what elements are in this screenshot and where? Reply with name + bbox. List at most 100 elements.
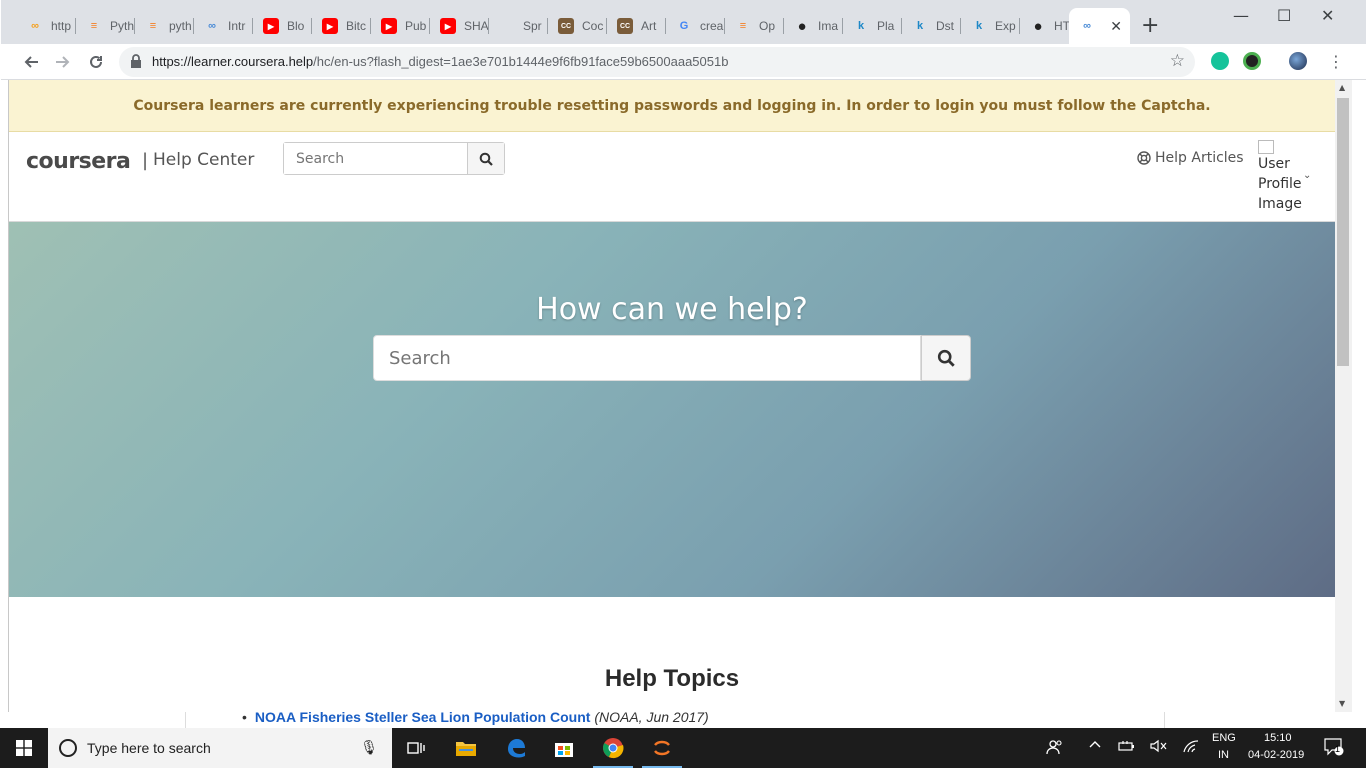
tab[interactable]: ≡ pyth bbox=[135, 8, 194, 44]
tab-label: Op bbox=[759, 19, 776, 33]
tab-label: Coc bbox=[582, 19, 604, 33]
tab-label: Blo bbox=[287, 19, 305, 33]
scrollbar-thumb[interactable] bbox=[1337, 98, 1349, 366]
taskbar: Type here to search 🎙 ENG IN 15:10 04-02… bbox=[0, 728, 1366, 768]
tab[interactable]: ▶ Blo bbox=[253, 8, 312, 44]
coursera-logo[interactable]: coursera bbox=[26, 149, 131, 174]
tab[interactable]: k Pla bbox=[843, 8, 902, 44]
bookmark-star-icon[interactable]: ☆ bbox=[1170, 51, 1185, 71]
jupyter-button[interactable] bbox=[638, 728, 686, 768]
file-explorer-button[interactable] bbox=[442, 728, 490, 768]
tab[interactable]: Spr bbox=[489, 8, 548, 44]
cc-icon: CC bbox=[617, 18, 633, 34]
vertical-scrollbar[interactable]: ▲ ▼ bbox=[1335, 80, 1352, 712]
header-search-input[interactable] bbox=[284, 143, 467, 174]
url-host: https://learner.coursera.help bbox=[152, 54, 314, 69]
volume-muted-icon[interactable] bbox=[1150, 739, 1168, 756]
tab[interactable]: CC Coc bbox=[548, 8, 607, 44]
language-top[interactable]: ENG bbox=[1212, 732, 1236, 744]
people-icon[interactable] bbox=[1046, 739, 1064, 758]
clock-time[interactable]: 15:10 bbox=[1264, 732, 1292, 744]
tab-label: Pub bbox=[405, 19, 427, 33]
tab[interactable]: ● HT bbox=[1020, 8, 1069, 44]
hero-title: How can we help? bbox=[536, 292, 808, 327]
edge-button[interactable] bbox=[492, 728, 540, 768]
new-tab-button[interactable]: + bbox=[1141, 14, 1159, 38]
k-icon: k bbox=[975, 20, 983, 32]
extension-icon[interactable] bbox=[1243, 52, 1261, 70]
chrome-button[interactable] bbox=[589, 728, 637, 768]
menu-icon[interactable]: ⋮ bbox=[1328, 52, 1344, 71]
tab-strip: + — ☐ ✕ ∞ http ≡ Pyth ≡ pyth ∞ Intr ▶ Blo ▶ Bitc ▶ Pu… bbox=[1, 0, 1366, 44]
grammarly-icon[interactable] bbox=[1211, 52, 1229, 70]
notification-icon[interactable]: 1 bbox=[1324, 738, 1344, 759]
tab[interactable]: k Dst bbox=[902, 8, 961, 44]
chevron-up-icon[interactable] bbox=[1088, 737, 1102, 754]
profile-alt-text: User Profile Image bbox=[1258, 156, 1302, 212]
header-search bbox=[283, 142, 505, 175]
youtube-icon: ▶ bbox=[381, 18, 397, 34]
stackoverflow-icon: ≡ bbox=[90, 20, 98, 32]
taskbar-search[interactable]: Type here to search 🎙 bbox=[48, 728, 392, 768]
hero-search bbox=[373, 335, 971, 381]
task-view-icon bbox=[407, 742, 425, 754]
tab[interactable]: ▶ Pub bbox=[371, 8, 430, 44]
broken-image-icon bbox=[1258, 140, 1274, 154]
help-center-label[interactable]: Help Center bbox=[153, 150, 254, 170]
jupyter-icon bbox=[654, 740, 670, 756]
tab-label: Exp bbox=[995, 19, 1016, 33]
tab[interactable]: ● Ima bbox=[784, 8, 843, 44]
store-button[interactable] bbox=[540, 728, 588, 768]
task-view-button[interactable] bbox=[392, 728, 440, 768]
lifebuoy-icon bbox=[1137, 151, 1151, 165]
taskbar-search-placeholder: Type here to search bbox=[87, 740, 211, 756]
scroll-down-icon[interactable]: ▼ bbox=[1339, 699, 1345, 708]
tab-label: Dst bbox=[936, 19, 954, 33]
header-search-button[interactable] bbox=[467, 143, 504, 174]
stackoverflow-icon: ≡ bbox=[149, 20, 157, 32]
tab[interactable]: ∞ http bbox=[17, 8, 76, 44]
avatar[interactable] bbox=[1289, 52, 1307, 70]
co-icon: ∞ bbox=[31, 20, 39, 32]
scroll-up-icon[interactable]: ▲ bbox=[1339, 83, 1345, 92]
address-bar[interactable]: https://learner.coursera.help/hc/en-us?f… bbox=[119, 47, 1195, 77]
tab[interactable]: ▶ Bitc bbox=[312, 8, 371, 44]
tab[interactable]: ∞ ✕ bbox=[1069, 8, 1130, 44]
help-articles-link[interactable]: Help Articles bbox=[1137, 150, 1244, 166]
co-icon: ∞ bbox=[1083, 20, 1091, 32]
wifi-icon[interactable] bbox=[1182, 739, 1200, 756]
user-profile-image[interactable]: User Profile Image bbox=[1258, 140, 1308, 214]
store-icon bbox=[555, 743, 573, 757]
minimize-button[interactable]: — bbox=[1233, 6, 1249, 25]
maximize-button[interactable]: ☐ bbox=[1277, 6, 1291, 25]
close-tab-icon[interactable]: ✕ bbox=[1110, 18, 1122, 35]
tab[interactable]: ≡ Op bbox=[725, 8, 784, 44]
start-button[interactable] bbox=[0, 728, 48, 768]
url-path: /hc/en-us?flash_digest=1ae3e701b1444e9f6… bbox=[313, 54, 729, 69]
tab[interactable]: Gcrea bbox=[666, 8, 725, 44]
back-button[interactable] bbox=[19, 50, 43, 74]
tab[interactable]: CC Art bbox=[607, 8, 666, 44]
k-icon: k bbox=[916, 20, 924, 32]
clock-date[interactable]: 04-02-2019 bbox=[1248, 749, 1304, 761]
language-bottom[interactable]: IN bbox=[1218, 749, 1229, 761]
hero-search-button[interactable] bbox=[921, 335, 971, 381]
divider bbox=[1164, 712, 1165, 728]
microphone-icon[interactable]: 🎙 bbox=[360, 740, 378, 756]
cc-icon: CC bbox=[558, 18, 574, 34]
battery-icon[interactable] bbox=[1118, 739, 1136, 756]
tab[interactable]: ▶ SHA bbox=[430, 8, 489, 44]
youtube-icon: ▶ bbox=[263, 18, 279, 34]
tab-label: Ima bbox=[818, 19, 839, 33]
chevron-down-icon[interactable]: ⌄ bbox=[1303, 170, 1311, 181]
close-window-button[interactable]: ✕ bbox=[1321, 6, 1334, 25]
tab[interactable]: ≡ Pyth bbox=[76, 8, 135, 44]
youtube-icon: ▶ bbox=[322, 18, 338, 34]
reload-button[interactable] bbox=[84, 50, 108, 74]
tab[interactable]: ∞ Intr bbox=[194, 8, 253, 44]
hero-search-input[interactable] bbox=[373, 335, 921, 381]
forward-button[interactable] bbox=[51, 50, 75, 74]
tab-label: Spr bbox=[523, 19, 542, 33]
edge-icon bbox=[508, 739, 525, 758]
tab[interactable]: k Exp bbox=[961, 8, 1020, 44]
